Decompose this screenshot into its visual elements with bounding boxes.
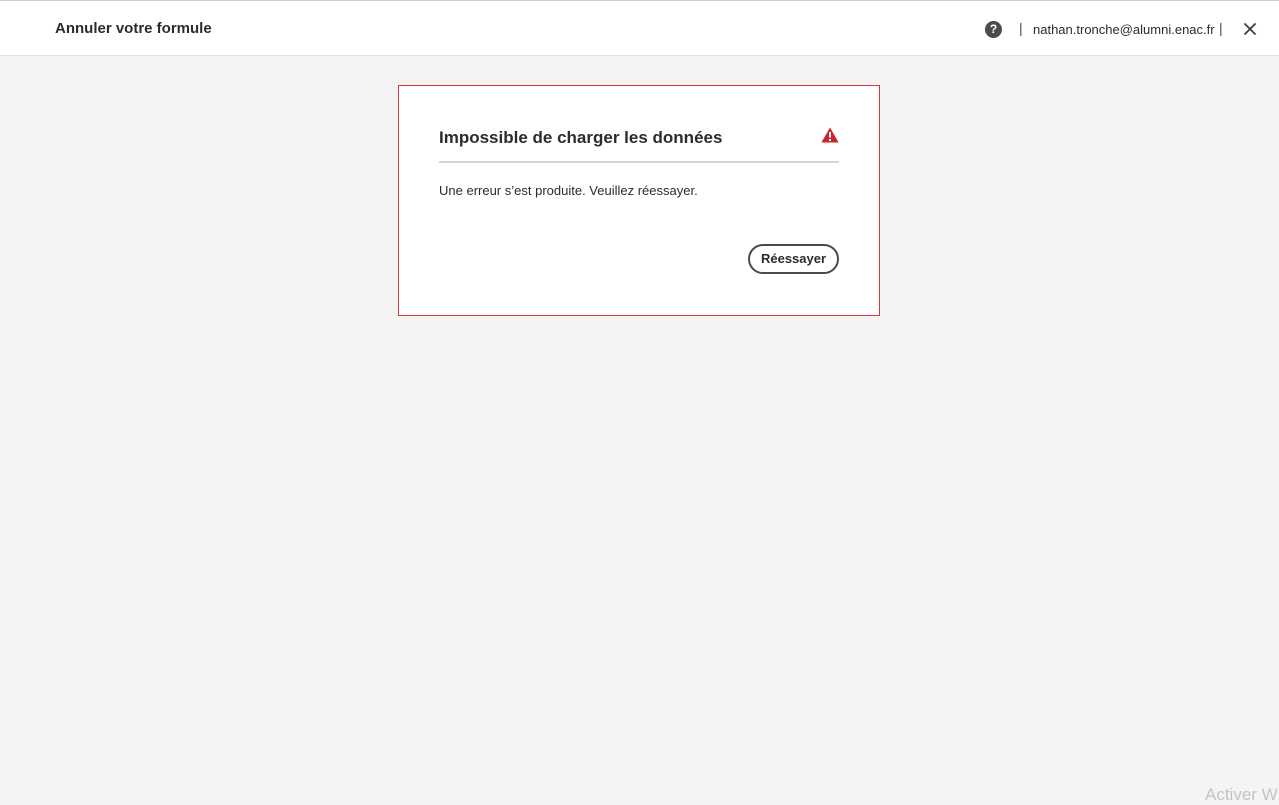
header-separator: | [1019,20,1023,36]
user-email[interactable]: nathan.tronche@alumni.enac.fr [1033,22,1215,37]
page-title: Annuler votre formule [55,20,212,37]
help-icon[interactable]: ? [985,21,1002,38]
alert-triangle-icon [821,127,839,143]
retry-button[interactable]: Réessayer [748,244,839,274]
top-bar: Annuler votre formule ? | nathan.tronche… [0,0,1279,56]
divider [439,161,839,163]
header-separator: | [1219,20,1223,36]
close-icon[interactable] [1243,22,1257,36]
activation-watermark: Activer W [1205,785,1278,804]
error-card: Impossible de charger les données Une er… [398,85,880,316]
error-message: Une erreur s’est produite. Veuillez rées… [439,183,698,198]
error-heading: Impossible de charger les données [439,128,723,147]
